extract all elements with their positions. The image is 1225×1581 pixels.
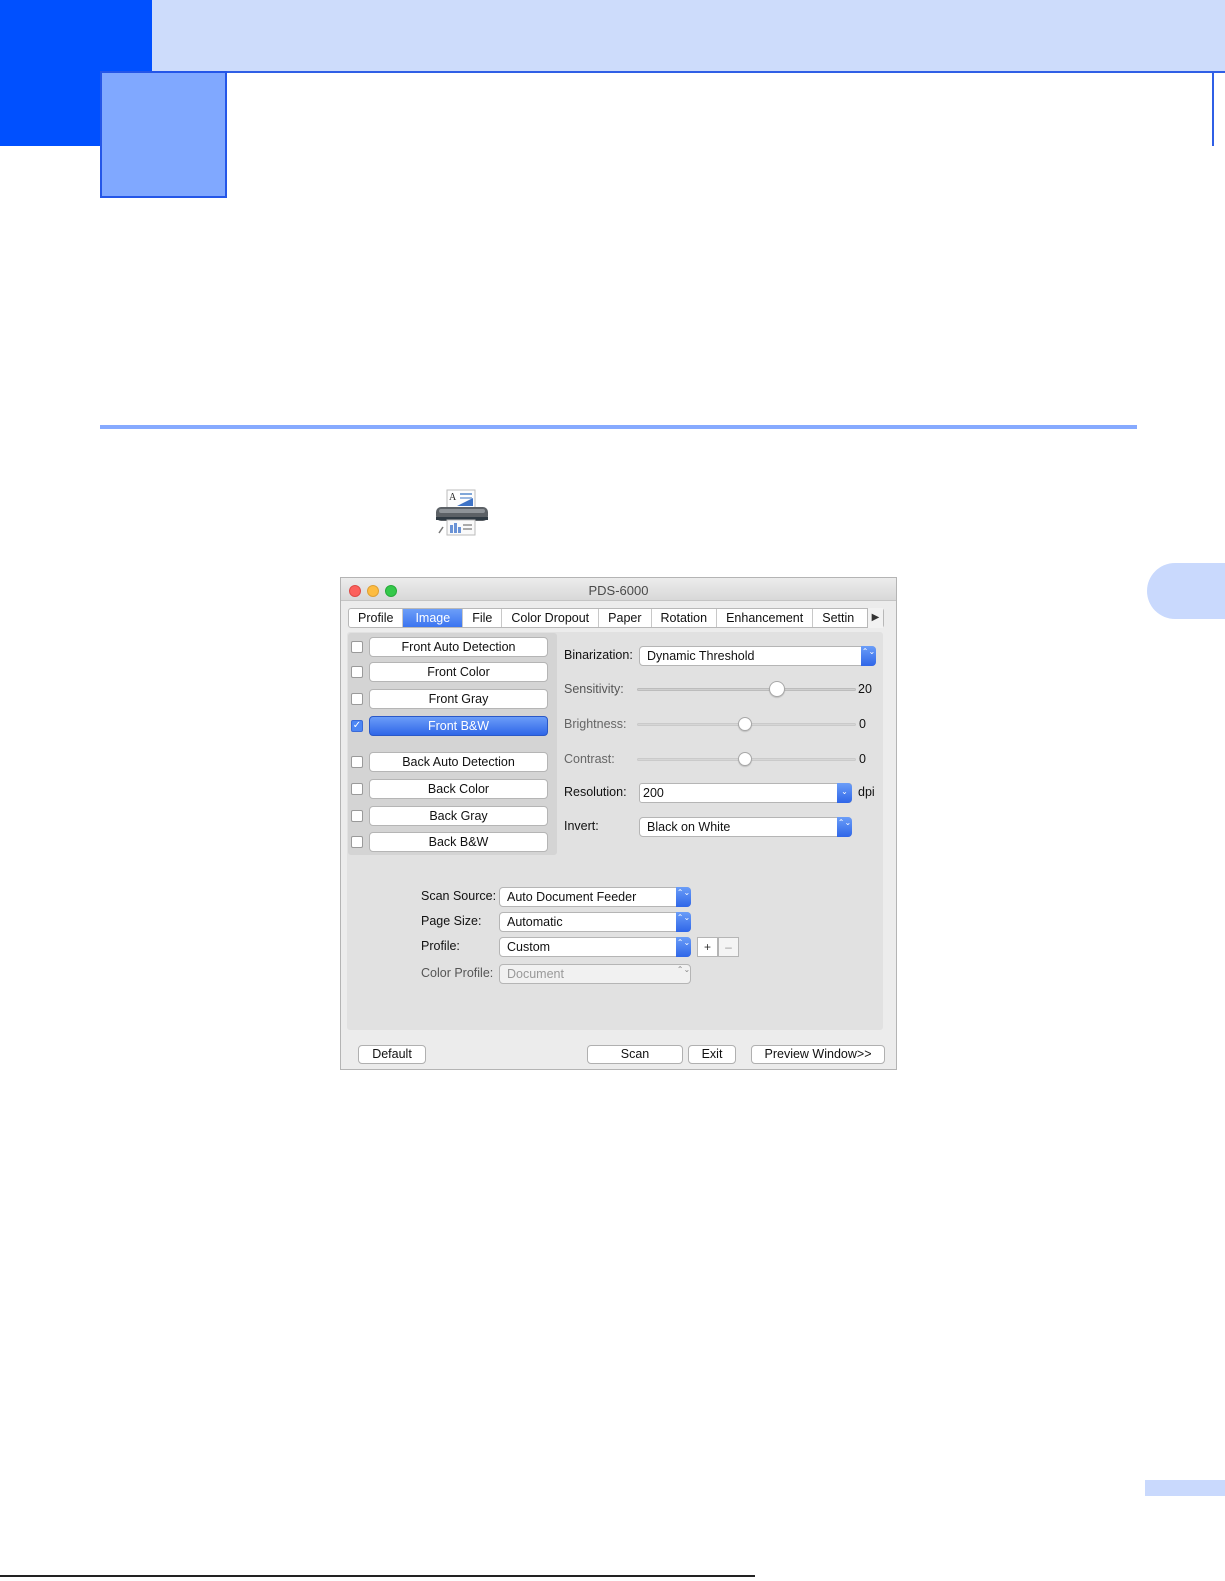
sensitivity-value: 20 bbox=[858, 682, 872, 696]
page-size-select[interactable]: Automatic ⌃⌄ bbox=[499, 912, 691, 932]
window-title: PDS-6000 bbox=[588, 583, 649, 598]
invert-label: Invert: bbox=[564, 819, 599, 833]
scan-source-select[interactable]: Auto Document Feeder ⌃⌄ bbox=[499, 887, 691, 907]
tab-image[interactable]: Image bbox=[403, 609, 464, 627]
resolution-label: Resolution: bbox=[564, 785, 627, 799]
tab-paper[interactable]: Paper bbox=[599, 609, 652, 627]
profile-value: Custom bbox=[507, 940, 551, 954]
back-auto-detection-button[interactable]: Back Auto Detection bbox=[369, 752, 548, 772]
stepper-icon: ⌃⌄ bbox=[861, 646, 876, 666]
image-settings-panel: Front Auto Detection Front Color Front G… bbox=[347, 632, 883, 1030]
tab-color-dropout[interactable]: Color Dropout bbox=[502, 609, 600, 627]
sensitivity-slider-track[interactable] bbox=[637, 688, 856, 691]
profile-label: Profile: bbox=[421, 939, 460, 953]
scan-settings-dialog: PDS-6000 Profile Image File Color Dropou… bbox=[340, 577, 897, 1070]
add-profile-button[interactable]: + bbox=[697, 937, 718, 957]
front-bw-button[interactable]: Front B&W bbox=[369, 716, 548, 736]
binarization-label: Binarization: bbox=[564, 648, 633, 662]
list-item: Back Gray bbox=[348, 806, 557, 826]
back-auto-detection-checkbox[interactable] bbox=[351, 756, 363, 768]
scanner-icon: A bbox=[433, 487, 491, 537]
color-profile-label: Color Profile: bbox=[421, 966, 494, 980]
invert-value: Black on White bbox=[647, 820, 731, 834]
section-divider bbox=[100, 425, 1137, 429]
front-bw-checkbox[interactable]: ✓ bbox=[351, 720, 363, 732]
back-gray-button[interactable]: Back Gray bbox=[369, 806, 548, 826]
contrast-value: 0 bbox=[859, 752, 866, 766]
stepper-icon: ⌃⌄ bbox=[676, 887, 691, 907]
header-rule bbox=[1212, 73, 1214, 146]
front-auto-detection-button[interactable]: Front Auto Detection bbox=[369, 637, 548, 657]
list-item: Back Auto Detection bbox=[348, 752, 557, 772]
front-color-checkbox[interactable] bbox=[351, 666, 363, 678]
scan-source-label: Scan Source: bbox=[421, 889, 497, 903]
front-gray-checkbox[interactable] bbox=[351, 693, 363, 705]
tab-settings[interactable]: Settin bbox=[813, 609, 863, 627]
list-item: ✓ Front B&W bbox=[348, 716, 557, 736]
list-item: Front Color bbox=[348, 662, 557, 682]
stepper-icon: ⌃⌄ bbox=[837, 817, 852, 837]
back-color-button[interactable]: Back Color bbox=[369, 779, 548, 799]
stepper-icon: ⌃⌄ bbox=[676, 937, 691, 957]
chevron-down-icon: ⌄ bbox=[837, 783, 852, 803]
list-item: Back B&W bbox=[348, 832, 557, 852]
stepper-icon: ⌃⌄ bbox=[676, 965, 691, 974]
list-item: Front Auto Detection bbox=[348, 637, 557, 657]
brightness-label: Brightness: bbox=[564, 717, 627, 731]
tab-bar: Profile Image File Color Dropout Paper R… bbox=[348, 608, 884, 628]
chapter-side-tab bbox=[1147, 563, 1225, 619]
tab-file[interactable]: File bbox=[463, 609, 503, 627]
stepper-icon: ⌃⌄ bbox=[676, 912, 691, 932]
exit-button[interactable]: Exit bbox=[688, 1045, 736, 1064]
page-size-label: Page Size: bbox=[421, 914, 482, 928]
list-item: Back Color bbox=[348, 779, 557, 799]
front-gray-button[interactable]: Front Gray bbox=[369, 689, 548, 709]
front-auto-detection-checkbox[interactable] bbox=[351, 641, 363, 653]
default-button[interactable]: Default bbox=[358, 1045, 426, 1064]
back-bw-checkbox[interactable] bbox=[351, 836, 363, 848]
sensitivity-slider-knob[interactable] bbox=[769, 681, 785, 697]
binarization-select[interactable]: Dynamic Threshold ⌃⌄ bbox=[639, 646, 876, 666]
scan-source-value: Auto Document Feeder bbox=[507, 890, 637, 904]
resolution-unit: dpi bbox=[858, 785, 875, 799]
brightness-slider-knob[interactable] bbox=[738, 717, 752, 731]
footer-rule bbox=[0, 1575, 755, 1577]
tab-scroll-right-icon[interactable]: ▶ bbox=[867, 608, 883, 628]
tab-enhancement[interactable]: Enhancement bbox=[717, 609, 814, 627]
header-band bbox=[0, 0, 1225, 73]
window-titlebar: PDS-6000 bbox=[341, 578, 896, 601]
contrast-label: Contrast: bbox=[564, 752, 615, 766]
front-color-button[interactable]: Front Color bbox=[369, 662, 548, 682]
sensitivity-label: Sensitivity: bbox=[564, 682, 624, 696]
chapter-number-box bbox=[100, 71, 227, 198]
page-number-tab bbox=[1145, 1480, 1225, 1496]
back-gray-checkbox[interactable] bbox=[351, 810, 363, 822]
list-item: Front Gray bbox=[348, 689, 557, 709]
preview-window-button[interactable]: Preview Window>> bbox=[751, 1045, 885, 1064]
svg-text:A: A bbox=[449, 492, 457, 503]
resolution-combobox[interactable]: 200 ⌄ bbox=[639, 783, 852, 803]
tab-profile[interactable]: Profile bbox=[349, 609, 404, 627]
color-profile-value: Document bbox=[507, 967, 564, 981]
remove-profile-button[interactable]: – bbox=[718, 937, 739, 957]
back-color-checkbox[interactable] bbox=[351, 783, 363, 795]
invert-select[interactable]: Black on White ⌃⌄ bbox=[639, 817, 852, 837]
back-bw-button[interactable]: Back B&W bbox=[369, 832, 548, 852]
resolution-value: 200 bbox=[643, 786, 664, 800]
brightness-value: 0 bbox=[859, 717, 866, 731]
profile-select[interactable]: Custom ⌃⌄ bbox=[499, 937, 691, 957]
page-size-value: Automatic bbox=[507, 915, 563, 929]
binarization-value: Dynamic Threshold bbox=[647, 649, 755, 663]
color-profile-select[interactable]: Document ⌃⌄ bbox=[499, 964, 691, 984]
scan-button[interactable]: Scan bbox=[587, 1045, 683, 1064]
contrast-slider-knob[interactable] bbox=[738, 752, 752, 766]
image-mode-list: Front Auto Detection Front Color Front G… bbox=[348, 633, 557, 855]
tab-rotation[interactable]: Rotation bbox=[652, 609, 718, 627]
